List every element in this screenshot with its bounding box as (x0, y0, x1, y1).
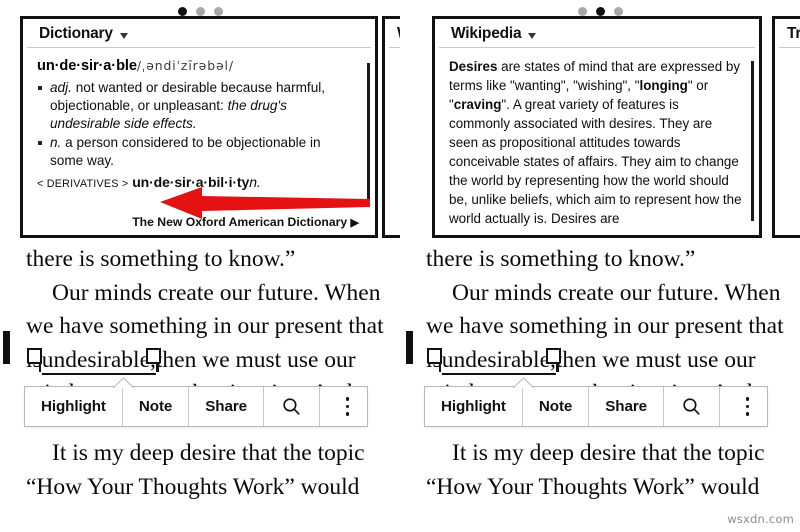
more-options-button-right[interactable] (720, 387, 775, 426)
selection-handle-start-left[interactable] (27, 348, 42, 364)
right-screenshot-panel: Wikipedia Desires are states of mind tha… (400, 0, 800, 532)
derivatives-word: un·de·sir·a·bil·i·ty (132, 173, 250, 190)
book-tail-line-1: It is my deep desire that the topic (52, 440, 365, 466)
wikipedia-lookup-card: Wikipedia Desires are states of mind tha… (432, 16, 762, 238)
book-tail-line-2-right: “How Your Thoughts Work” would (426, 473, 760, 500)
book-line-1-right: there is something to know.” (426, 246, 696, 272)
more-vertical-icon (745, 395, 750, 418)
book-line-4-right: isundesirable,then we must use our (426, 344, 800, 378)
translate-peek-title: Tr (787, 25, 800, 42)
book-line-4-suffix-right: then we must use our (555, 346, 756, 373)
toolbar-pointer-tail-right (511, 377, 537, 388)
book-line-4-suffix: then we must use our (155, 346, 356, 373)
selection-action-toolbar-left: Highlight Note Share (24, 386, 368, 427)
share-button-right[interactable]: Share (589, 387, 664, 426)
chevron-down-icon[interactable] (528, 32, 537, 39)
book-line-4: isundesirable,then we must use our (26, 344, 400, 378)
dictionary-lookup-card: Dictionary un·de·sir·a·ble/ˌəndiˈzīrəbəl… (20, 16, 378, 238)
play-triangle-icon: ▶ (350, 217, 359, 229)
note-button[interactable]: Note (123, 387, 190, 426)
sense-2-part-of-speech: n. (50, 135, 62, 151)
search-icon (683, 398, 700, 415)
watermark: wsxdn.com (727, 512, 794, 526)
page-dot-2-right[interactable] (595, 6, 605, 16)
wikipedia-peek-header: W (389, 19, 400, 48)
page-dot-3[interactable] (213, 6, 223, 16)
dictionary-card-header[interactable]: Dictionary (27, 19, 371, 48)
dictionary-sense-2: n. a person considered to be objectionab… (37, 134, 357, 170)
book-line-3: we have something in our present that (26, 313, 384, 339)
wikipedia-card-title: Wikipedia (451, 25, 522, 42)
page-dot-3-right[interactable] (613, 6, 623, 16)
page-dot-2[interactable] (195, 6, 205, 16)
derivatives-label: < DERIVATIVES > (37, 177, 129, 190)
selection-action-toolbar-right: Highlight Note Share (424, 386, 768, 427)
wikipedia-term-desires: Desires (449, 59, 498, 74)
book-line-3-right: we have something in our present that (426, 313, 784, 339)
search-button[interactable] (264, 387, 320, 426)
dictionary-sense-1: adj. not wanted or desirable because har… (37, 79, 357, 134)
selection-handle-end-left[interactable] (146, 348, 161, 364)
book-tail-line-1-right: It is my deep desire that the topic (452, 440, 765, 466)
search-button-right[interactable] (664, 387, 720, 426)
page-dot-1-right[interactable] (577, 6, 587, 16)
dictionary-derivatives-row: < DERIVATIVES > un·de·sir·a·bil·i·tyn. (37, 173, 357, 192)
selection-handle-start-right[interactable] (427, 348, 442, 364)
dictionary-sense-list: adj. not wanted or desirable because har… (37, 79, 357, 171)
page-edge-marker-right-b[interactable] (406, 331, 413, 364)
translate-peek-card[interactable]: Tr (772, 16, 800, 238)
wikipedia-term-craving: craving (453, 97, 502, 113)
dictionary-headword: un·de·sir·a·ble (37, 58, 137, 74)
derivatives-part-of-speech: n. (249, 173, 261, 190)
book-line-2: Our minds create our future. When (52, 279, 381, 306)
selected-text-left[interactable]: undesirable, (38, 346, 159, 375)
dictionary-entry-head: un·de·sir·a·ble/ˌəndiˈzīrəbəl/ (37, 57, 357, 77)
page-edge-marker-left[interactable] (3, 331, 10, 364)
dictionary-source-label: The New Oxford American Dictionary (132, 215, 348, 229)
wikipedia-text-3: ". A great variety of features is common… (449, 97, 742, 227)
highlight-button-right[interactable]: Highlight (425, 387, 523, 426)
selected-text-value: undesirable, (41, 346, 156, 373)
chevron-down-icon[interactable] (119, 32, 128, 39)
more-vertical-icon (345, 395, 350, 418)
wikipedia-paragraph: Desires are states of mind that are expr… (449, 57, 743, 228)
wikipedia-card-body: Desires are states of mind that are expr… (435, 48, 759, 228)
wikipedia-peek-card[interactable]: W (382, 16, 400, 238)
dictionary-phonetic: /ˌəndiˈzīrəbəl/ (136, 58, 234, 73)
sense-1-part-of-speech: adj. (50, 79, 72, 95)
book-tail-line-2: “How Your Thoughts Work” would (26, 473, 360, 500)
book-tail-right: It is my deep desire that the topic “How… (426, 437, 765, 504)
page-dot-1[interactable] (177, 6, 187, 16)
highlight-button[interactable]: Highlight (25, 387, 123, 426)
dictionary-source-link[interactable]: The New Oxford American Dictionary ▶ (132, 215, 359, 229)
selection-handle-end-right[interactable] (546, 348, 561, 364)
sense-2-definition: a person considered to be objectionable … (50, 135, 321, 169)
share-button[interactable]: Share (189, 387, 264, 426)
book-line-1: there is something to know.” (26, 246, 296, 272)
dictionary-card-title: Dictionary (39, 25, 113, 42)
dictionary-card-scrollbar[interactable] (367, 63, 370, 203)
translate-peek-header: Tr (779, 19, 800, 48)
selected-text-right[interactable]: undesirable, (438, 346, 559, 375)
wikipedia-card-header[interactable]: Wikipedia (439, 19, 755, 48)
selected-text-value-right: undesirable, (441, 346, 556, 373)
wikipedia-term-longing: longing (639, 78, 688, 94)
wikipedia-card-scrollbar[interactable] (751, 61, 754, 221)
dictionary-card-body: un·de·sir·a·ble/ˌəndiˈzīrəbəl/ adj. not … (23, 48, 375, 196)
note-button-right[interactable]: Note (523, 387, 590, 426)
toolbar-pointer-tail (111, 377, 137, 388)
book-tail-left: It is my deep desire that the topic “How… (26, 437, 365, 504)
more-options-button[interactable] (320, 387, 375, 426)
search-icon (283, 398, 300, 415)
book-line-2-right: Our minds create our future. When (452, 279, 781, 306)
left-screenshot-panel: Dictionary un·de·sir·a·ble/ˌəndiˈzīrəbəl… (0, 0, 400, 532)
